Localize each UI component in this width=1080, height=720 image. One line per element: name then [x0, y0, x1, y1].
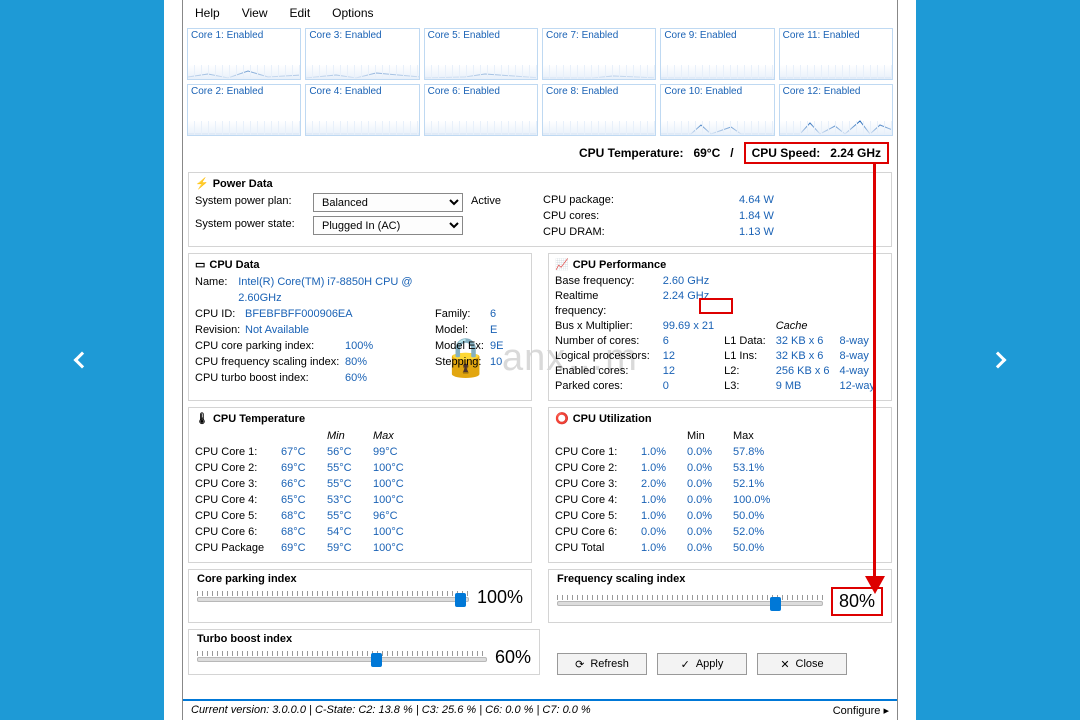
cpu-performance-section: 📈CPU Performance Base frequency:2.60 GHz… [548, 253, 892, 401]
status-bar: Current version: 3.0.0.0 | C-State: C2: … [183, 699, 897, 720]
prev-image-button[interactable] [0, 0, 164, 720]
temp-label: CPU Temperature: [579, 146, 683, 160]
core-graph[interactable]: Core 1: Enabled [187, 28, 301, 80]
configure-link[interactable]: Configure ▸ [833, 704, 889, 717]
core-graphs-row2: Core 2: Enabled Core 4: Enabled Core 6: … [183, 82, 897, 138]
chip-icon: ▭ [195, 258, 205, 271]
turbo-boost-slider: Turbo boost index 60% [188, 629, 540, 675]
speed-value: 2.24 GHz [830, 146, 881, 160]
slider-track[interactable] [197, 591, 469, 605]
plug-icon: ⚡ [195, 177, 209, 190]
next-image-button[interactable] [916, 0, 1080, 720]
core-graph[interactable]: Core 5: Enabled [424, 28, 538, 80]
chevron-right-icon [990, 352, 1007, 369]
core-graph[interactable]: Core 8: Enabled [542, 84, 656, 136]
apply-button[interactable]: ✓Apply [657, 653, 747, 675]
thermometer-icon: 🌡 [195, 412, 209, 425]
slider-thumb[interactable] [455, 593, 466, 607]
core-graph[interactable]: Core 4: Enabled [305, 84, 419, 136]
core-graph[interactable]: Core 9: Enabled [660, 28, 774, 80]
temp-value: 69°C [693, 146, 720, 160]
core-graph[interactable]: Core 12: Enabled [779, 84, 893, 136]
slider-thumb[interactable] [371, 653, 382, 667]
cpu-data-section: ▭CPU Data Name:Intel(R) Core(TM) i7-8850… [188, 253, 532, 401]
core-graphs-row1: Core 1: Enabled Core 3: Enabled Core 5: … [183, 26, 897, 82]
speed-label: CPU Speed: [752, 146, 821, 160]
menu-options[interactable]: Options [332, 6, 373, 20]
core-parking-slider: Core parking index 100% [188, 569, 532, 623]
core-graph[interactable]: Core 2: Enabled [187, 84, 301, 136]
cpu-util-section: ⭕CPU Utilization MinMax CPU Core 1:1.0%0… [548, 407, 892, 563]
app-window: 🔒 anx…m Help View Edit Options Core 1: E… [182, 0, 898, 720]
close-button[interactable]: ✕Close [757, 653, 847, 675]
power-plan-select[interactable]: Balanced [313, 193, 463, 212]
menu-bar: Help View Edit Options [183, 0, 897, 26]
cpu-speed-highlight: CPU Speed: 2.24 GHz [744, 142, 889, 164]
core-graph[interactable]: Core 7: Enabled [542, 28, 656, 80]
freq-scaling-slider: Frequency scaling index 80% [548, 569, 892, 623]
refresh-icon: ⟳ [575, 658, 584, 671]
core-graph[interactable]: Core 3: Enabled [305, 28, 419, 80]
freq-value-highlight: 80% [831, 587, 883, 616]
menu-help[interactable]: Help [195, 6, 220, 20]
summary-bar: CPU Temperature: 69°C / CPU Speed: 2.24 … [183, 138, 897, 170]
check-icon: ✓ [681, 658, 690, 671]
core-graph[interactable]: Core 10: Enabled [660, 84, 774, 136]
cpu-temp-section: 🌡CPU Temperature MinMax CPU Core 1:67°C5… [188, 407, 532, 563]
gauge-icon: ⭕ [555, 412, 569, 425]
menu-view[interactable]: View [242, 6, 268, 20]
close-icon: ✕ [780, 658, 789, 671]
core-graph[interactable]: Core 11: Enabled [779, 28, 893, 80]
refresh-button[interactable]: ⟳Refresh [557, 653, 647, 675]
core-graph[interactable]: Core 6: Enabled [424, 84, 538, 136]
slider-track[interactable] [197, 651, 487, 665]
power-state-select[interactable]: Plugged In (AC) [313, 216, 463, 235]
chevron-left-icon [74, 352, 91, 369]
power-data-section: ⚡Power Data System power plan:BalancedAc… [188, 172, 892, 247]
slider-track[interactable] [557, 595, 823, 609]
slider-thumb[interactable] [770, 597, 781, 611]
menu-edit[interactable]: Edit [289, 6, 310, 20]
gauge-icon: 📈 [555, 258, 569, 271]
multiplier-highlight [699, 298, 733, 314]
